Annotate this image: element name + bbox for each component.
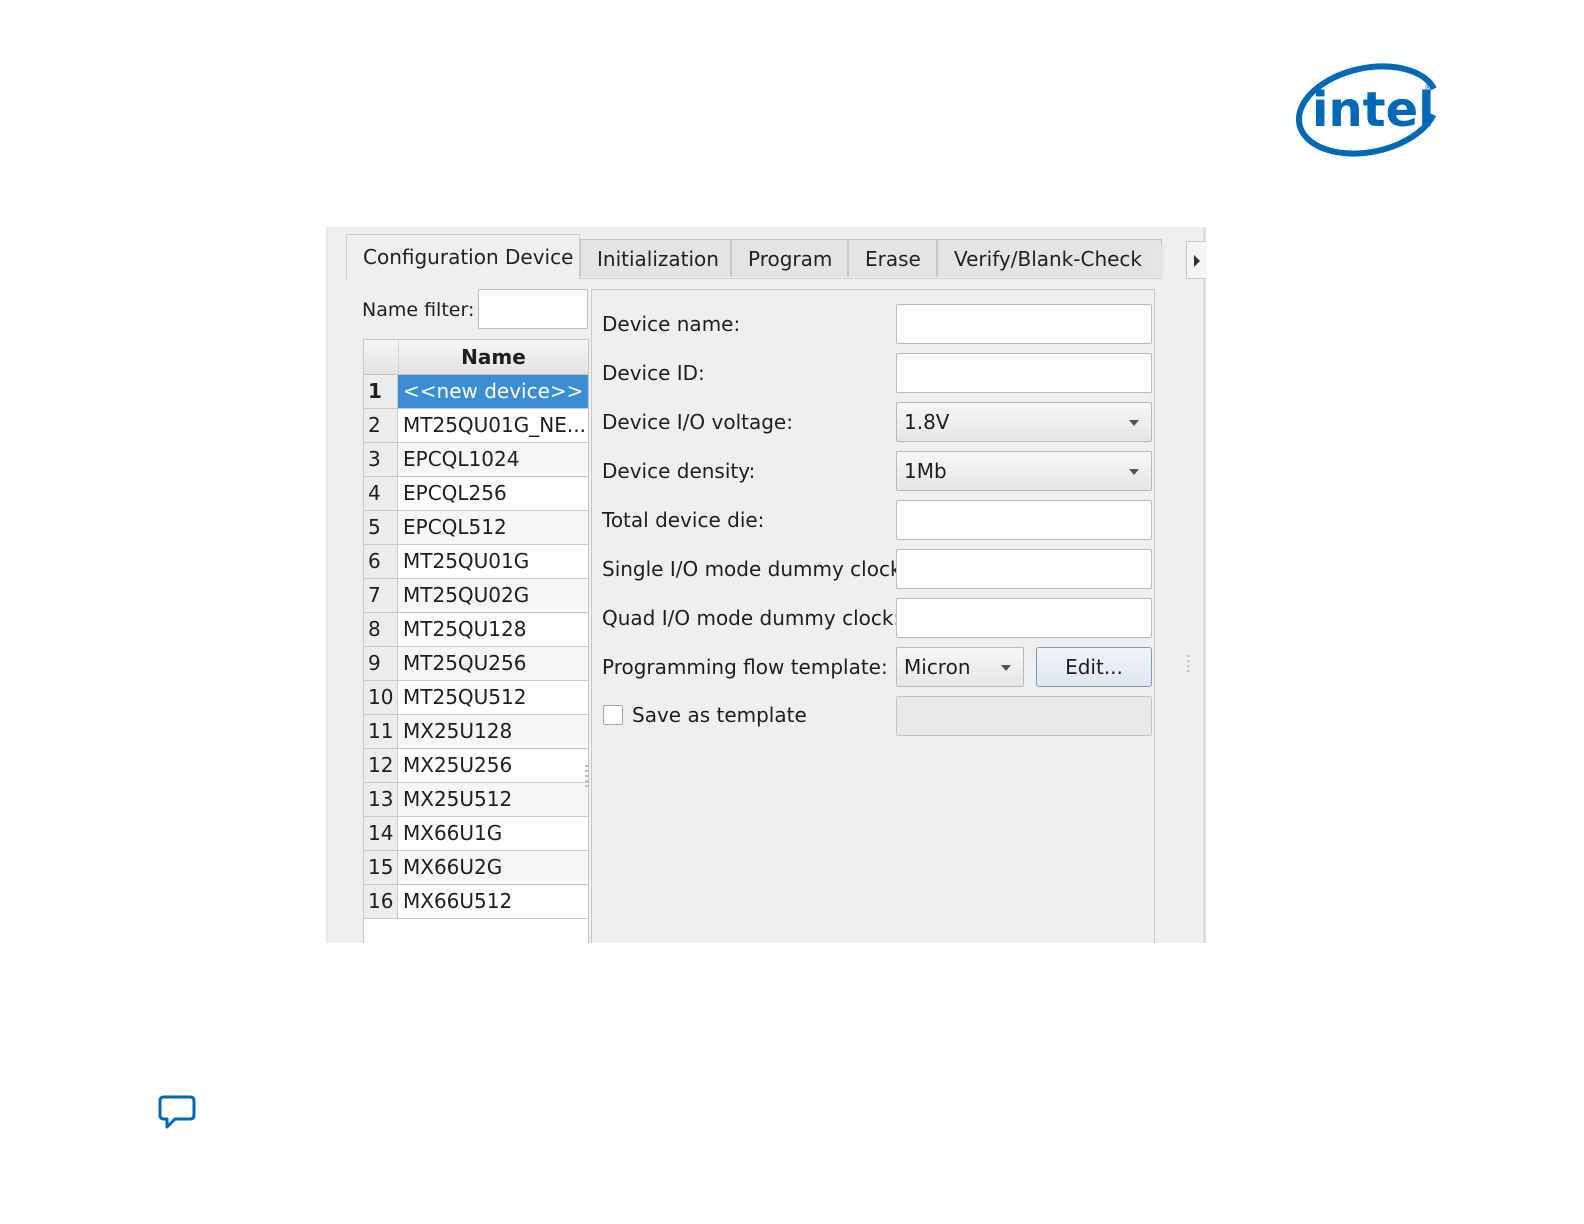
- density-label: Device density:: [602, 459, 756, 483]
- save-as-template-label: Save as template: [632, 703, 807, 727]
- row-number-header: [364, 340, 399, 374]
- row-number: 6: [364, 545, 398, 578]
- table-row[interactable]: 1 <<new device>>: [364, 375, 588, 409]
- template-name-field: [896, 696, 1152, 736]
- single-io-dummy-label: Single I/O mode dummy clock:: [602, 557, 909, 581]
- window-right-edge: [1203, 227, 1206, 943]
- quad-io-dummy-label: Quad I/O mode dummy clock:: [602, 606, 901, 630]
- quad-io-dummy-field[interactable]: [896, 598, 1152, 638]
- tab-initialization[interactable]: Initialization: [580, 239, 731, 277]
- device-properties-form: Device name: Device ID: Device I/O volta…: [591, 289, 1155, 943]
- tab-program[interactable]: Program: [731, 239, 848, 277]
- table-row[interactable]: 10 MT25QU512: [364, 681, 588, 715]
- row-number: 5: [364, 511, 398, 544]
- device-table-header: Name: [364, 340, 588, 375]
- total-die-field[interactable]: [896, 500, 1152, 540]
- row-number: 15: [364, 851, 398, 884]
- svg-text:intel: intel: [1312, 82, 1435, 138]
- device-table-body: 1 <<new device>> 2 MT25QU01G_NE... 3 EPCQL102…: [364, 375, 588, 919]
- device-name-cell[interactable]: <<new device>>: [398, 375, 588, 408]
- device-id-field[interactable]: [896, 353, 1152, 393]
- table-row[interactable]: 5 EPCQL512: [364, 511, 588, 545]
- density-value: 1Mb: [904, 459, 947, 483]
- window-left-edge: [326, 227, 328, 943]
- table-row[interactable]: 13 MX25U512: [364, 783, 588, 817]
- chevron-down-icon: [1129, 420, 1139, 426]
- device-name-cell[interactable]: EPCQL1024: [398, 443, 588, 476]
- device-name-cell[interactable]: MX25U128: [398, 715, 588, 748]
- io-voltage-value: 1.8V: [904, 410, 950, 434]
- programmer-settings-window: Configuration Device Initialization Prog…: [326, 227, 1206, 943]
- io-voltage-select[interactable]: 1.8V: [896, 402, 1152, 442]
- device-name-cell[interactable]: MT25QU512: [398, 681, 588, 714]
- single-io-dummy-field[interactable]: [896, 549, 1152, 589]
- row-number: 11: [364, 715, 398, 748]
- window-resize-handle[interactable]: [1187, 655, 1190, 675]
- svg-text:®: ®: [1424, 83, 1432, 92]
- row-number: 13: [364, 783, 398, 816]
- device-name-cell[interactable]: MT25QU01G_NE...: [398, 409, 588, 442]
- name-filter-input[interactable]: [478, 289, 588, 329]
- device-name-cell[interactable]: MX66U512: [398, 885, 588, 918]
- tab-overflow-fade: [1152, 246, 1164, 278]
- row-number: 10: [364, 681, 398, 714]
- column-header-name[interactable]: Name: [399, 340, 588, 374]
- row-number: 1: [364, 375, 398, 408]
- tab-verify-blank-check[interactable]: Verify/Blank-Check: [937, 239, 1162, 277]
- splitter-handle[interactable]: [585, 765, 589, 789]
- density-select[interactable]: 1Mb: [896, 451, 1152, 491]
- table-row[interactable]: 15 MX66U2G: [364, 851, 588, 885]
- flow-template-select[interactable]: Micron: [896, 647, 1024, 687]
- device-table: Name 1 <<new device>> 2 MT25QU01G_NE... 3 EPC…: [363, 339, 589, 943]
- device-name-cell[interactable]: MT25QU128: [398, 613, 588, 646]
- arrow-right-icon[interactable]: [1186, 241, 1206, 279]
- device-name-cell[interactable]: MX66U1G: [398, 817, 588, 850]
- device-name-cell[interactable]: MX25U512: [398, 783, 588, 816]
- row-number: 14: [364, 817, 398, 850]
- row-number: 3: [364, 443, 398, 476]
- device-name-cell[interactable]: MT25QU02G: [398, 579, 588, 612]
- io-voltage-label: Device I/O voltage:: [602, 410, 793, 434]
- row-number: 16: [364, 885, 398, 918]
- intel-logo: intel ®: [1296, 60, 1446, 164]
- table-row[interactable]: 9 MT25QU256: [364, 647, 588, 681]
- device-name-field[interactable]: [896, 304, 1152, 344]
- row-number: 2: [364, 409, 398, 442]
- row-number: 7: [364, 579, 398, 612]
- device-name-cell[interactable]: MX66U2G: [398, 851, 588, 884]
- row-number: 8: [364, 613, 398, 646]
- table-row[interactable]: 6 MT25QU01G: [364, 545, 588, 579]
- table-row[interactable]: 11 MX25U128: [364, 715, 588, 749]
- name-filter-label: Name filter:: [362, 299, 475, 321]
- tab-erase[interactable]: Erase: [848, 239, 937, 277]
- tab-configuration-device[interactable]: Configuration Device: [346, 234, 580, 279]
- chevron-down-icon: [1001, 665, 1011, 671]
- tab-bar: Configuration Device Initialization Prog…: [346, 234, 1206, 279]
- device-name-cell[interactable]: MT25QU01G: [398, 545, 588, 578]
- table-row[interactable]: 7 MT25QU02G: [364, 579, 588, 613]
- chevron-down-icon: [1129, 469, 1139, 475]
- device-name-cell[interactable]: MT25QU256: [398, 647, 588, 680]
- table-row[interactable]: 8 MT25QU128: [364, 613, 588, 647]
- device-name-cell[interactable]: EPCQL256: [398, 477, 588, 510]
- table-row[interactable]: 16 MX66U512: [364, 885, 588, 919]
- edit-template-button[interactable]: Edit...: [1036, 647, 1152, 687]
- flow-template-value: Micron: [904, 655, 971, 679]
- row-number: 12: [364, 749, 398, 782]
- table-row[interactable]: 4 EPCQL256: [364, 477, 588, 511]
- device-name-cell[interactable]: EPCQL512: [398, 511, 588, 544]
- speech-bubble-icon[interactable]: [158, 1094, 198, 1130]
- device-name-cell[interactable]: MX25U256: [398, 749, 588, 782]
- table-row[interactable]: 14 MX66U1G: [364, 817, 588, 851]
- save-as-template-checkbox[interactable]: [603, 705, 623, 725]
- table-row[interactable]: 3 EPCQL1024: [364, 443, 588, 477]
- total-die-label: Total device die:: [602, 508, 765, 532]
- device-name-label: Device name:: [602, 312, 741, 336]
- device-id-label: Device ID:: [602, 361, 705, 385]
- table-row[interactable]: 2 MT25QU01G_NE...: [364, 409, 588, 443]
- flow-template-label: Programming flow template:: [602, 655, 888, 679]
- row-number: 9: [364, 647, 398, 680]
- table-row[interactable]: 12 MX25U256: [364, 749, 588, 783]
- row-number: 4: [364, 477, 398, 510]
